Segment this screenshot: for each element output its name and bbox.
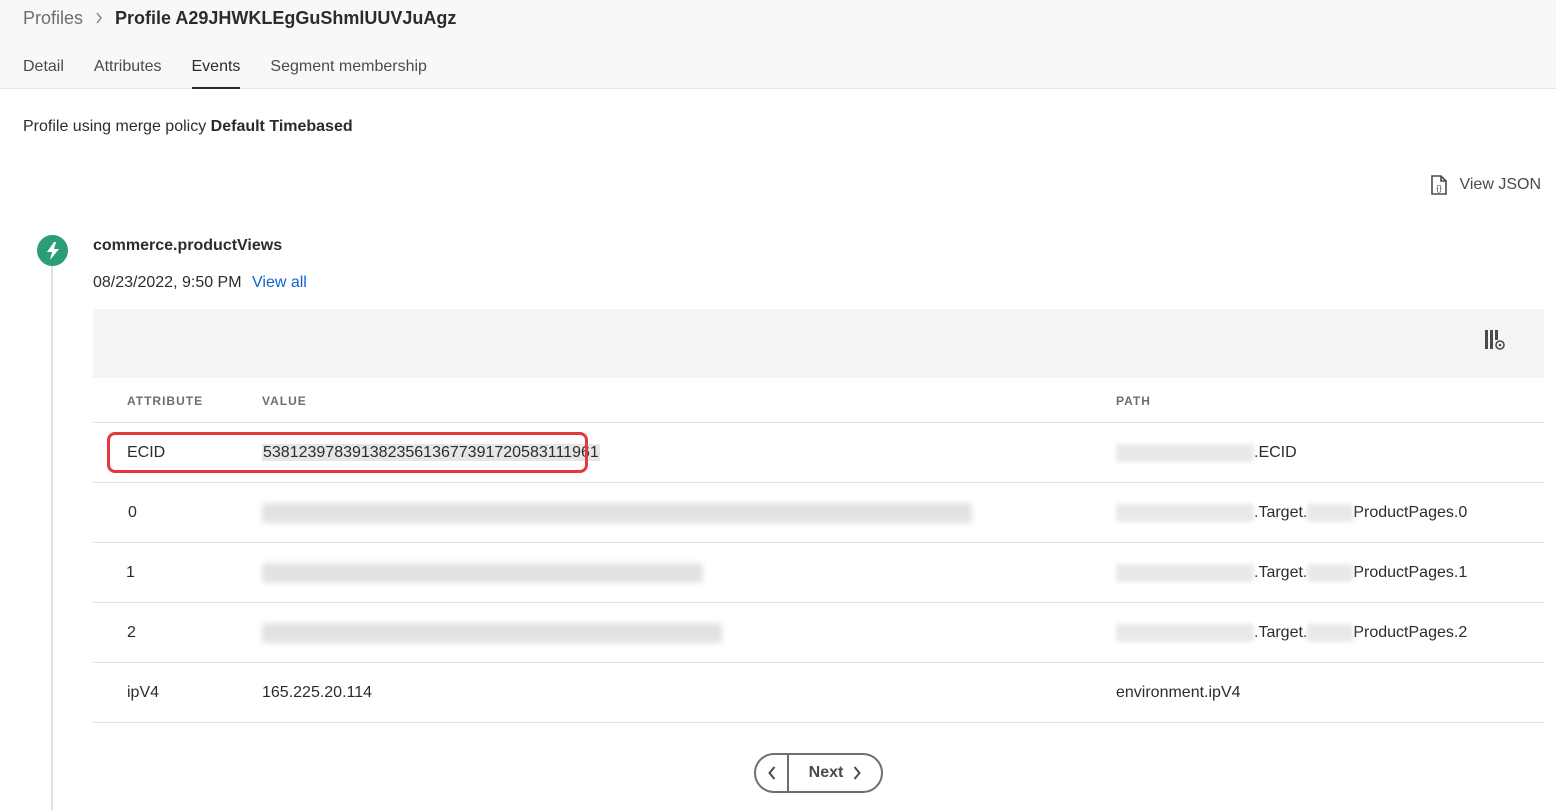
path-mid: .Target. <box>1254 563 1308 581</box>
redacted-value <box>262 622 722 643</box>
column-header-attribute[interactable]: ATTRIBUTE <box>127 394 203 408</box>
tab-segment-membership[interactable]: Segment membership <box>270 56 427 89</box>
page-title: Profile A29JHWKLEgGuShmlUUVJuAgz <box>115 7 457 28</box>
merge-policy-text: Profile using merge policy Default Timeb… <box>23 118 353 136</box>
redacted-path-segment <box>1307 623 1354 642</box>
attribute-cell: 2 <box>127 623 136 641</box>
path-suffix: ProductPages.1 <box>1353 563 1468 581</box>
redacted-path-segment <box>1116 563 1254 582</box>
table-toolbar <box>93 309 1544 378</box>
tab-attributes[interactable]: Attributes <box>94 56 162 89</box>
merge-policy-prefix: Profile using merge policy <box>23 118 207 135</box>
view-all-link[interactable]: View all <box>252 274 307 291</box>
path-suffix: ProductPages.0 <box>1353 503 1468 521</box>
value-cell: 165.225.20.114 <box>262 683 373 701</box>
redacted-value <box>262 502 972 523</box>
value-cell <box>262 562 703 583</box>
table-row: 2 .Target. ProductPages.2 <box>93 603 1544 663</box>
json-file-icon: {} <box>1431 175 1448 195</box>
view-json-button[interactable]: {} View JSON <box>1431 175 1541 195</box>
attribute-cell: 1 <box>126 563 135 581</box>
event-name: commerce.productViews <box>93 237 283 254</box>
table-row: ipV4 165.225.20.114 environment.ipV4 <box>93 663 1544 723</box>
column-header-path[interactable]: PATH <box>1116 394 1151 408</box>
value-cell <box>262 502 972 523</box>
chevron-left-icon <box>767 766 775 780</box>
attribute-cell: ECID <box>127 443 166 461</box>
column-header-value[interactable]: VALUE <box>262 394 307 408</box>
path-mid: .Target. <box>1254 503 1308 521</box>
attribute-cell: 0 <box>128 503 137 521</box>
event-date-row: 08/23/2022, 9:50 PM View all <box>93 274 307 292</box>
merge-policy-name: Default Timebased <box>210 118 353 135</box>
table-row: ECID 53812397839138235613677391720583111… <box>93 423 1544 483</box>
path-cell: .Target. ProductPages.1 <box>1116 563 1468 582</box>
path-suffix: ProductPages.2 <box>1353 623 1468 641</box>
column-settings-icon[interactable] <box>1484 329 1506 356</box>
previous-page-button[interactable] <box>756 755 789 791</box>
chevron-right-icon <box>95 12 103 24</box>
path-cell: .ECID <box>1116 443 1297 462</box>
tab-detail[interactable]: Detail <box>23 56 64 89</box>
event-date: 08/23/2022, 9:50 PM <box>93 274 242 291</box>
redacted-path-segment <box>1307 563 1354 582</box>
path-suffix: .ECID <box>1254 443 1297 461</box>
svg-text:{}: {} <box>1437 184 1443 193</box>
next-page-button[interactable]: Next <box>789 755 881 791</box>
pagination: Next <box>754 753 883 793</box>
page: Profiles Profile A29JHWKLEgGuShmlUUVJuAg… <box>0 0 1556 810</box>
path-cell: .Target. ProductPages.2 <box>1116 623 1468 642</box>
view-json-label: View JSON <box>1459 176 1541 193</box>
timeline-line <box>51 262 53 810</box>
tab-bar: Detail Attributes Events Segment members… <box>23 56 457 89</box>
path-mid: .Target. <box>1254 623 1308 641</box>
value-cell: 53812397839138235613677391720583111961 <box>262 443 600 462</box>
lightning-bolt-icon <box>37 235 68 266</box>
table-row: 1 .Target. ProductPages.1 <box>93 543 1544 603</box>
path-cell: environment.ipV4 <box>1116 683 1241 701</box>
breadcrumb-profiles-link[interactable]: Profiles <box>23 8 83 29</box>
redacted-value <box>262 562 703 583</box>
chevron-right-icon <box>854 766 862 780</box>
breadcrumb: Profiles Profile A29JHWKLEgGuShmlUUVJuAg… <box>23 6 456 30</box>
path-cell: .Target. ProductPages.0 <box>1116 503 1468 522</box>
tab-events[interactable]: Events <box>191 56 240 89</box>
next-page-label: Next <box>808 764 844 781</box>
redacted-path-segment <box>1116 623 1254 642</box>
redacted-path-segment <box>1116 503 1254 522</box>
attribute-cell: ipV4 <box>127 683 160 701</box>
redacted-path-segment <box>1116 443 1254 462</box>
ecid-value: 53812397839138235613677391720583111961 <box>262 443 600 461</box>
table-header: ATTRIBUTE VALUE PATH <box>93 378 1544 423</box>
page-header: Profiles Profile A29JHWKLEgGuShmlUUVJuAg… <box>0 0 1556 89</box>
attributes-table: ATTRIBUTE VALUE PATH ECID 53812397839138… <box>93 378 1544 723</box>
table-row: 0 .Target. ProductPages.0 <box>93 483 1544 543</box>
value-cell <box>262 622 722 643</box>
redacted-path-segment <box>1307 503 1354 522</box>
